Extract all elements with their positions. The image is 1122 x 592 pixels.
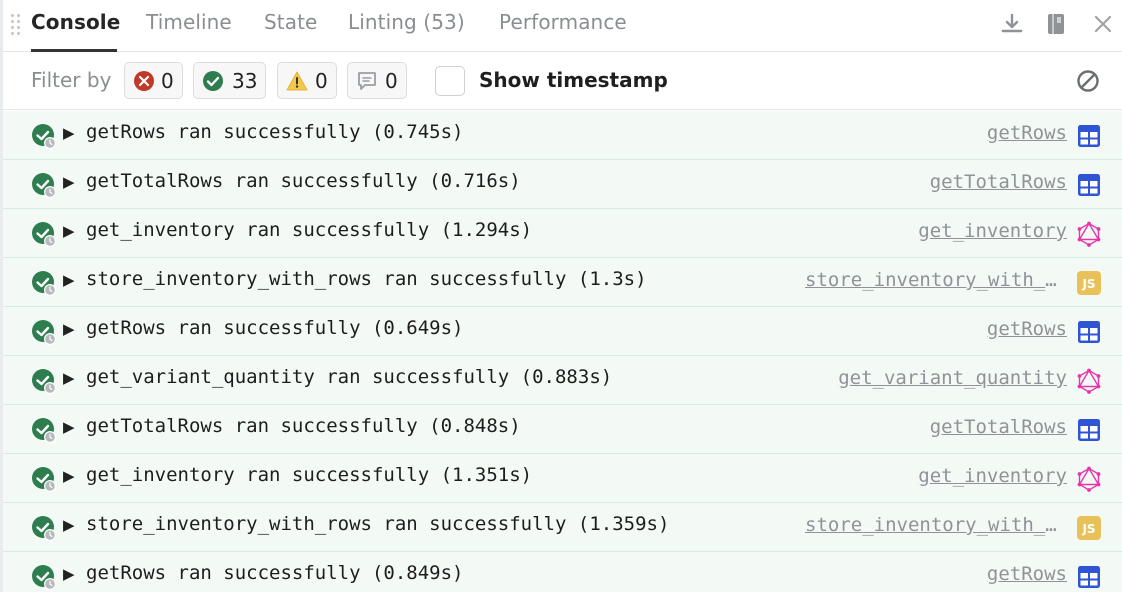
expand-caret-icon[interactable]: ▶ <box>63 124 75 142</box>
download-icon[interactable] <box>999 11 1025 37</box>
error-count: 0 <box>161 69 174 93</box>
log-source-link[interactable]: getRows <box>987 563 1067 585</box>
log-message: get_variant_quantity ran successfully (0… <box>86 366 613 388</box>
message-icon <box>358 72 376 90</box>
tab-console[interactable]: Console <box>31 10 120 40</box>
show-timestamp-checkbox[interactable] <box>435 66 465 96</box>
warning-icon <box>286 71 308 91</box>
success-status-icon <box>32 418 56 443</box>
graphql-query-icon <box>1077 466 1101 492</box>
log-source-link[interactable]: store_inventory_with_rows <box>805 514 1067 536</box>
log-source-link[interactable]: get_variant_quantity <box>838 367 1067 389</box>
js-badge-label: JS <box>1081 522 1095 536</box>
expand-caret-icon[interactable]: ▶ <box>63 369 75 387</box>
expand-caret-icon[interactable]: ▶ <box>63 222 75 240</box>
expand-caret-icon[interactable]: ▶ <box>63 565 75 583</box>
tab-state[interactable]: State <box>264 10 317 40</box>
close-icon[interactable] <box>1090 11 1116 37</box>
log-message: getRows ran successfully (0.849s) <box>86 562 464 584</box>
table-query-icon <box>1078 419 1100 441</box>
tab-bar: Console Timeline State Linting (53) Perf… <box>0 0 1122 52</box>
log-row[interactable]: ▶ getRows ran successfully (0.745s) getRow… <box>3 111 1122 160</box>
success-status-icon <box>32 516 56 541</box>
log-row[interactable]: ▶ store_inventory_with_rows ran successfu… <box>3 503 1122 552</box>
log-source-link[interactable]: getTotalRows <box>930 171 1067 193</box>
show-timestamp-label[interactable]: Show timestamp <box>479 68 668 92</box>
log-message: getRows ran successfully (0.745s) <box>86 121 464 143</box>
tab-timeline[interactable]: Timeline <box>146 10 232 40</box>
log-source-link[interactable]: store_inventory_with_rows <box>805 269 1067 291</box>
expand-caret-icon[interactable]: ▶ <box>63 173 75 191</box>
success-status-icon <box>32 565 56 590</box>
log-row[interactable]: ▶ getRows ran successfully (0.849s) getRow… <box>3 552 1122 592</box>
log-row[interactable]: ▶ get_inventory ran successfully (1.351s)… <box>3 454 1122 503</box>
filter-info-chip[interactable]: 0 <box>347 62 407 99</box>
table-query-icon <box>1078 321 1100 343</box>
js-badge-label: JS <box>1081 277 1095 291</box>
log-message: store_inventory_with_rows ran successful… <box>86 513 670 535</box>
book-icon[interactable] <box>1043 11 1069 37</box>
log-source-link[interactable]: get_inventory <box>918 220 1067 242</box>
table-query-icon <box>1078 566 1100 588</box>
error-icon <box>134 71 154 91</box>
js-object-icon: JS <box>1077 516 1101 540</box>
log-message: get_inventory ran successfully (1.351s) <box>86 464 533 486</box>
success-count: 33 <box>232 69 258 93</box>
log-row[interactable]: ▶ store_inventory_with_rows ran successfu… <box>3 258 1122 307</box>
expand-caret-icon[interactable]: ▶ <box>63 271 75 289</box>
warning-count: 0 <box>315 69 328 93</box>
filter-bar: Filter by 0 33 0 0 Show timestamp <box>0 52 1122 110</box>
tab-linting[interactable]: Linting (53) <box>348 10 465 40</box>
success-status-icon <box>32 222 56 247</box>
log-message: store_inventory_with_rows ran successful… <box>86 268 647 290</box>
success-status-icon <box>32 124 56 149</box>
log-message: getRows ran successfully (0.649s) <box>86 317 464 339</box>
log-source-link[interactable]: getRows <box>987 318 1067 340</box>
success-status-icon <box>32 369 56 394</box>
log-message: get_inventory ran successfully (1.294s) <box>86 219 533 241</box>
success-icon <box>203 71 223 91</box>
success-status-icon <box>32 271 56 296</box>
tab-performance[interactable]: Performance <box>499 10 627 40</box>
success-status-icon <box>32 173 56 198</box>
log-source-link[interactable]: getRows <box>987 122 1067 144</box>
filter-label: Filter by <box>31 68 112 92</box>
expand-caret-icon[interactable]: ▶ <box>63 516 75 534</box>
graphql-query-icon <box>1077 368 1101 394</box>
graphql-query-icon <box>1077 221 1101 247</box>
log-row[interactable]: ▶ get_variant_quantity ran successfully (… <box>3 356 1122 405</box>
console-log-list: ▶ getRows ran successfully (0.745s) getRow… <box>3 111 1122 592</box>
log-source-link[interactable]: get_inventory <box>918 465 1067 487</box>
log-row[interactable]: ▶ getRows ran successfully (0.649s) getRow… <box>3 307 1122 356</box>
filter-warning-chip[interactable]: 0 <box>277 62 337 99</box>
table-query-icon <box>1078 174 1100 196</box>
expand-caret-icon[interactable]: ▶ <box>63 418 75 436</box>
log-message: getTotalRows ran successfully (0.716s) <box>86 170 521 192</box>
table-query-icon <box>1078 125 1100 147</box>
filter-error-chip[interactable]: 0 <box>124 62 183 99</box>
drag-handle-icon[interactable] <box>11 14 21 35</box>
log-row[interactable]: ▶ get_inventory ran successfully (1.294s)… <box>3 209 1122 258</box>
info-count: 0 <box>385 69 398 93</box>
filter-success-chip[interactable]: 33 <box>193 62 266 99</box>
clear-console-icon[interactable] <box>1075 68 1101 94</box>
log-source-link[interactable]: getTotalRows <box>930 416 1067 438</box>
log-message: getTotalRows ran successfully (0.848s) <box>86 415 521 437</box>
success-status-icon <box>32 320 56 345</box>
success-status-icon <box>32 467 56 492</box>
js-object-icon: JS <box>1077 271 1101 295</box>
log-row[interactable]: ▶ getTotalRows ran successfully (0.716s) g… <box>3 160 1122 209</box>
expand-caret-icon[interactable]: ▶ <box>63 320 75 338</box>
expand-caret-icon[interactable]: ▶ <box>63 467 75 485</box>
log-row[interactable]: ▶ getTotalRows ran successfully (0.848s) g… <box>3 405 1122 454</box>
